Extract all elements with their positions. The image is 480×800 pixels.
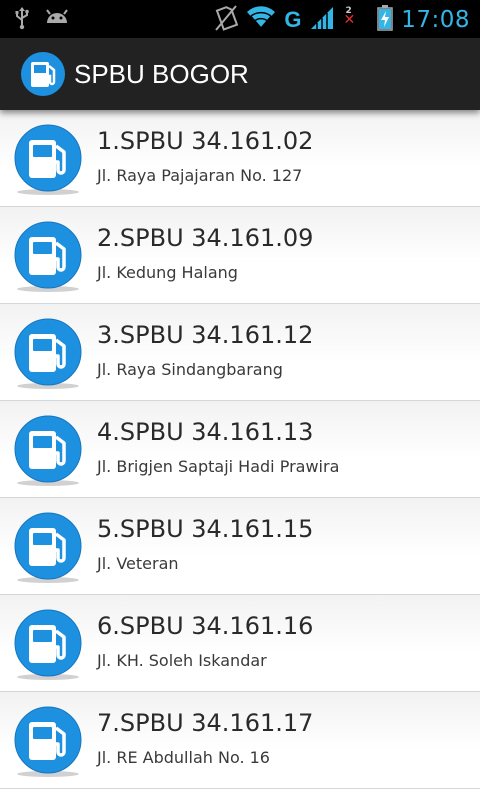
list-item[interactable]: 7.SPBU 34.161.17 Jl. RE Abdullah No. 16 — [0, 692, 480, 789]
network-type: G — [284, 7, 302, 32]
list-rows: 1.SPBU 34.161.02 Jl. Raya Pajajaran No. … — [0, 110, 480, 789]
no-sim-icon — [214, 4, 239, 36]
fuel-pump-icon — [13, 124, 83, 196]
fuel-pump-icon — [13, 318, 83, 390]
station-address: Jl. Raya Pajajaran No. 127 — [97, 166, 303, 185]
fuel-pump-icon[interactable] — [20, 51, 66, 97]
sim-badge: 2 — [345, 6, 352, 16]
fuel-pump-icon — [13, 609, 83, 681]
station-name: 3.SPBU 34.161.12 — [97, 321, 314, 349]
signal-icon — [309, 6, 335, 34]
battery-charging-icon — [377, 5, 393, 35]
status-bar-notifications — [14, 6, 70, 34]
spbu-list: 1.SPBU 34.161.02 Jl. Raya Pajajaran No. … — [0, 110, 480, 800]
fuel-pump-icon — [13, 221, 83, 293]
fuel-pump-icon — [13, 706, 83, 778]
station-name: 6.SPBU 34.161.16 — [97, 612, 314, 640]
list-item[interactable]: 1.SPBU 34.161.02 Jl. Raya Pajajaran No. … — [0, 110, 480, 207]
station-address: Jl. Kedung Halang — [97, 263, 238, 282]
usb-icon — [14, 6, 30, 34]
station-address: Jl. RE Abdullah No. 16 — [97, 748, 270, 767]
action-bar: SPBU BOGOR — [0, 38, 480, 110]
status-bar-system: G 2 ✕ 17:08 — [214, 4, 470, 36]
fuel-pump-icon — [13, 512, 83, 584]
list-item[interactable]: 4.SPBU 34.161.13 Jl. Brigjen Saptaji Had… — [0, 401, 480, 498]
station-address: Jl. KH. Soleh Iskandar — [97, 651, 267, 670]
list-item[interactable]: 3.SPBU 34.161.12 Jl. Raya Sindangbarang — [0, 304, 480, 401]
no-signal-icon: 2 ✕ — [343, 6, 356, 28]
station-name: 1.SPBU 34.161.02 — [97, 127, 314, 155]
android-icon — [44, 7, 70, 33]
clock: 17:08 — [401, 7, 470, 33]
wifi-icon — [246, 6, 276, 34]
list-item[interactable]: 5.SPBU 34.161.15 Jl. Veteran — [0, 498, 480, 595]
status-bar: G 2 ✕ 17:08 — [0, 0, 480, 38]
station-address: Jl. Brigjen Saptaji Hadi Prawira — [97, 457, 340, 476]
station-name: 2.SPBU 34.161.09 — [97, 224, 314, 252]
station-address: Jl. Raya Sindangbarang — [97, 360, 283, 379]
app-title: SPBU BOGOR — [74, 59, 249, 89]
station-name: 5.SPBU 34.161.15 — [97, 515, 314, 543]
fuel-pump-icon — [13, 415, 83, 487]
station-name: 4.SPBU 34.161.13 — [97, 418, 314, 446]
station-address: Jl. Veteran — [97, 554, 179, 573]
list-item[interactable]: 2.SPBU 34.161.09 Jl. Kedung Halang — [0, 207, 480, 304]
list-item[interactable]: 6.SPBU 34.161.16 Jl. KH. Soleh Iskandar — [0, 595, 480, 692]
station-name: 7.SPBU 34.161.17 — [97, 709, 314, 737]
